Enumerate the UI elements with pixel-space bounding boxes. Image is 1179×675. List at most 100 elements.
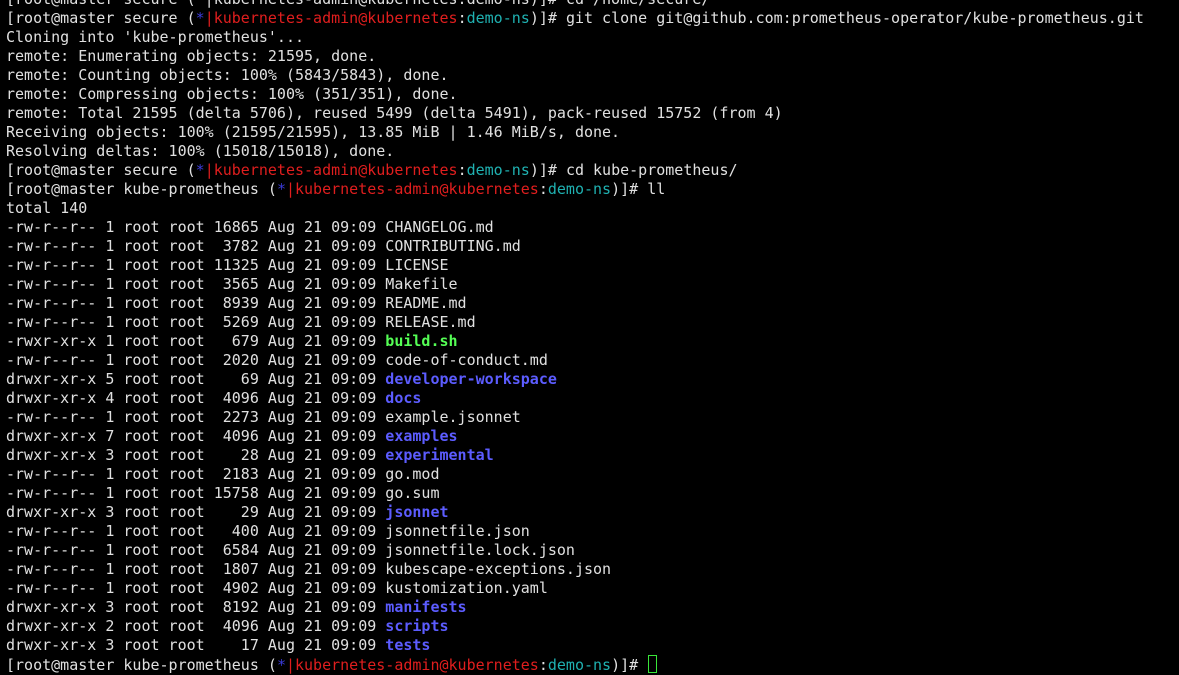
file-name: CONTRIBUTING.md — [385, 237, 521, 255]
output-text: remote: Counting objects: 100% (5843/584… — [6, 66, 449, 84]
listing-row: -rw-r--r-- 1 root root 2020 Aug 21 09:09… — [6, 351, 1176, 370]
listing-meta: drwxr-xr-x 2 root root 4096 Aug 21 09:09 — [6, 617, 386, 635]
prompt-line: [root@master kube-prometheus (*|kubernet… — [6, 180, 1176, 199]
cursor[interactable] — [648, 655, 658, 673]
prompt-namespace: demo-ns — [466, 9, 530, 27]
output-line: total 140 — [6, 199, 1176, 218]
listing-row: drwxr-xr-x 5 root root 69 Aug 21 09:09 d… — [6, 370, 1176, 389]
prompt-separator: | — [204, 161, 214, 179]
output-line: Cloning into 'kube-prometheus'... — [6, 28, 1176, 47]
prompt-end: )]# — [529, 161, 566, 179]
listing-row: drwxr-xr-x 2 root root 4096 Aug 21 09:09… — [6, 617, 1176, 636]
directory-name: developer-workspace — [385, 370, 557, 388]
prompt-context-marker: * — [276, 656, 286, 674]
directory-name: experimental — [385, 446, 494, 464]
prompt-user-host: [root@master — [6, 161, 124, 179]
listing-meta: drwxr-xr-x 7 root root 4096 Aug 21 09:09 — [6, 427, 386, 445]
command-text: ll — [647, 180, 666, 198]
directory-name: docs — [385, 389, 422, 407]
prompt-namespace: demo-ns — [547, 656, 612, 674]
file-name: go.mod — [385, 465, 440, 483]
prompt-namespace: demo-ns — [466, 161, 530, 179]
file-name: go.sum — [385, 484, 440, 502]
listing-meta: -rw-r--r-- 1 root root 5269 Aug 21 09:09 — [6, 313, 386, 331]
listing-row: drwxr-xr-x 3 root root 28 Aug 21 09:09 e… — [6, 446, 1176, 465]
directory-name: scripts — [385, 617, 449, 635]
listing-row: drwxr-xr-x 3 root root 17 Aug 21 09:09 t… — [6, 636, 1176, 655]
output-line: remote: Enumerating objects: 21595, done… — [6, 47, 1176, 66]
output-text: Cloning into 'kube-prometheus'... — [6, 28, 305, 46]
partial-line: [root@master secure (*|kubernetes-admin@… — [6, 0, 1176, 9]
listing-meta: -rw-r--r-- 1 root root 3782 Aug 21 09:09 — [6, 237, 386, 255]
listing-row: drwxr-xr-x 3 root root 8192 Aug 21 09:09… — [6, 598, 1176, 617]
listing-meta: -rw-r--r-- 1 root root 16865 Aug 21 09:0… — [6, 218, 386, 236]
prompt-kube-context: kubernetes-admin@kubernetes — [295, 656, 539, 674]
file-name: jsonnetfile.lock.json — [385, 541, 575, 559]
prompt-colon: : — [538, 656, 548, 674]
listing-meta: -rw-r--r-- 1 root root 1807 Aug 21 09:09 — [6, 560, 386, 578]
listing-row: -rw-r--r-- 1 root root 1807 Aug 21 09:09… — [6, 560, 1176, 579]
file-name: code-of-conduct.md — [385, 351, 548, 369]
listing-meta: -rw-r--r-- 1 root root 15758 Aug 21 09:0… — [6, 484, 386, 502]
listing-row: -rw-r--r-- 1 root root 4902 Aug 21 09:09… — [6, 579, 1176, 598]
output-line: Resolving deltas: 100% (15018/15018), do… — [6, 142, 1176, 161]
prompt-namespace: demo-ns — [547, 180, 612, 198]
prompt-line: [root@master kube-prometheus (*|kubernet… — [6, 655, 1176, 674]
prompt-paren: ( — [177, 161, 196, 179]
output-line: remote: Total 21595 (delta 5706), reused… — [6, 104, 1176, 123]
listing-row: -rw-r--r-- 1 root root 3565 Aug 21 09:09… — [6, 275, 1176, 294]
prompt-context-marker: * — [195, 161, 205, 179]
prompt-directory: secure — [123, 9, 178, 27]
listing-meta: drwxr-xr-x 3 root root 29 Aug 21 09:09 — [6, 503, 386, 521]
output-text: remote: Total 21595 (delta 5706), reused… — [6, 104, 783, 122]
listing-row: -rw-r--r-- 1 root root 400 Aug 21 09:09 … — [6, 522, 1176, 541]
prompt-end: )]# — [611, 656, 648, 674]
file-name: kubescape-exceptions.json — [385, 560, 612, 578]
terminal-window[interactable]: [root@master secure (*|kubernetes-admin@… — [6, 0, 1176, 674]
command-text: cd kube-prometheus/ — [565, 161, 738, 179]
prompt-line: [root@master secure (*|kubernetes-admin@… — [6, 9, 1176, 28]
prompt-paren: ( — [258, 656, 277, 674]
prompt-context-marker: * — [195, 9, 205, 27]
prompt-separator: | — [285, 180, 295, 198]
prompt-context-marker: * — [276, 180, 286, 198]
prompt-directory: secure — [123, 161, 178, 179]
listing-meta: drwxr-xr-x 3 root root 28 Aug 21 09:09 — [6, 446, 386, 464]
listing-meta: -rwxr-xr-x 1 root root 679 Aug 21 09:09 — [6, 332, 386, 350]
output-line: Receiving objects: 100% (21595/21595), 1… — [6, 123, 1176, 142]
listing-meta: drwxr-xr-x 3 root root 17 Aug 21 09:09 — [6, 636, 386, 654]
output-text: Receiving objects: 100% (21595/21595), 1… — [6, 123, 621, 141]
listing-row: drwxr-xr-x 4 root root 4096 Aug 21 09:09… — [6, 389, 1176, 408]
prompt-paren: ( — [177, 9, 196, 27]
prompt-directory: kube-prometheus — [123, 180, 259, 198]
output-text: Resolving deltas: 100% (15018/15018), do… — [6, 142, 395, 160]
listing-meta: drwxr-xr-x 3 root root 8192 Aug 21 09:09 — [6, 598, 386, 616]
listing-row: -rw-r--r-- 1 root root 11325 Aug 21 09:0… — [6, 256, 1176, 275]
listing-meta: -rw-r--r-- 1 root root 2020 Aug 21 09:09 — [6, 351, 386, 369]
prompt-kube-context: kubernetes-admin@kubernetes — [213, 161, 458, 179]
listing-row: drwxr-xr-x 7 root root 4096 Aug 21 09:09… — [6, 427, 1176, 446]
file-name: README.md — [385, 294, 467, 312]
prompt-colon: : — [538, 180, 548, 198]
file-name: Makefile — [385, 275, 458, 293]
file-name: RELEASE.md — [385, 313, 476, 331]
prompt-colon: : — [457, 9, 467, 27]
executable-name: build.sh — [385, 332, 458, 350]
listing-meta: -rw-r--r-- 1 root root 8939 Aug 21 09:09 — [6, 294, 386, 312]
listing-meta: -rw-r--r-- 1 root root 4902 Aug 21 09:09 — [6, 579, 386, 597]
listing-row: -rw-r--r-- 1 root root 2183 Aug 21 09:09… — [6, 465, 1176, 484]
output-line: remote: Counting objects: 100% (5843/584… — [6, 66, 1176, 85]
prompt-end: )]# — [529, 9, 566, 27]
prompt-line: [root@master secure (*|kubernetes-admin@… — [6, 161, 1176, 180]
partial-line-text: [root@master secure (*|kubernetes-admin@… — [6, 0, 710, 8]
total-line: total 140 — [6, 199, 88, 217]
listing-meta: -rw-r--r-- 1 root root 400 Aug 21 09:09 — [6, 522, 386, 540]
listing-row: -rw-r--r-- 1 root root 16865 Aug 21 09:0… — [6, 218, 1176, 237]
listing-row: -rwxr-xr-x 1 root root 679 Aug 21 09:09 … — [6, 332, 1176, 351]
listing-row: -rw-r--r-- 1 root root 2273 Aug 21 09:09… — [6, 408, 1176, 427]
file-name: LICENSE — [385, 256, 449, 274]
listing-meta: -rw-r--r-- 1 root root 6584 Aug 21 09:09 — [6, 541, 386, 559]
listing-row: -rw-r--r-- 1 root root 15758 Aug 21 09:0… — [6, 484, 1176, 503]
listing-row: -rw-r--r-- 1 root root 8939 Aug 21 09:09… — [6, 294, 1176, 313]
output-text: remote: Enumerating objects: 21595, done… — [6, 47, 377, 65]
